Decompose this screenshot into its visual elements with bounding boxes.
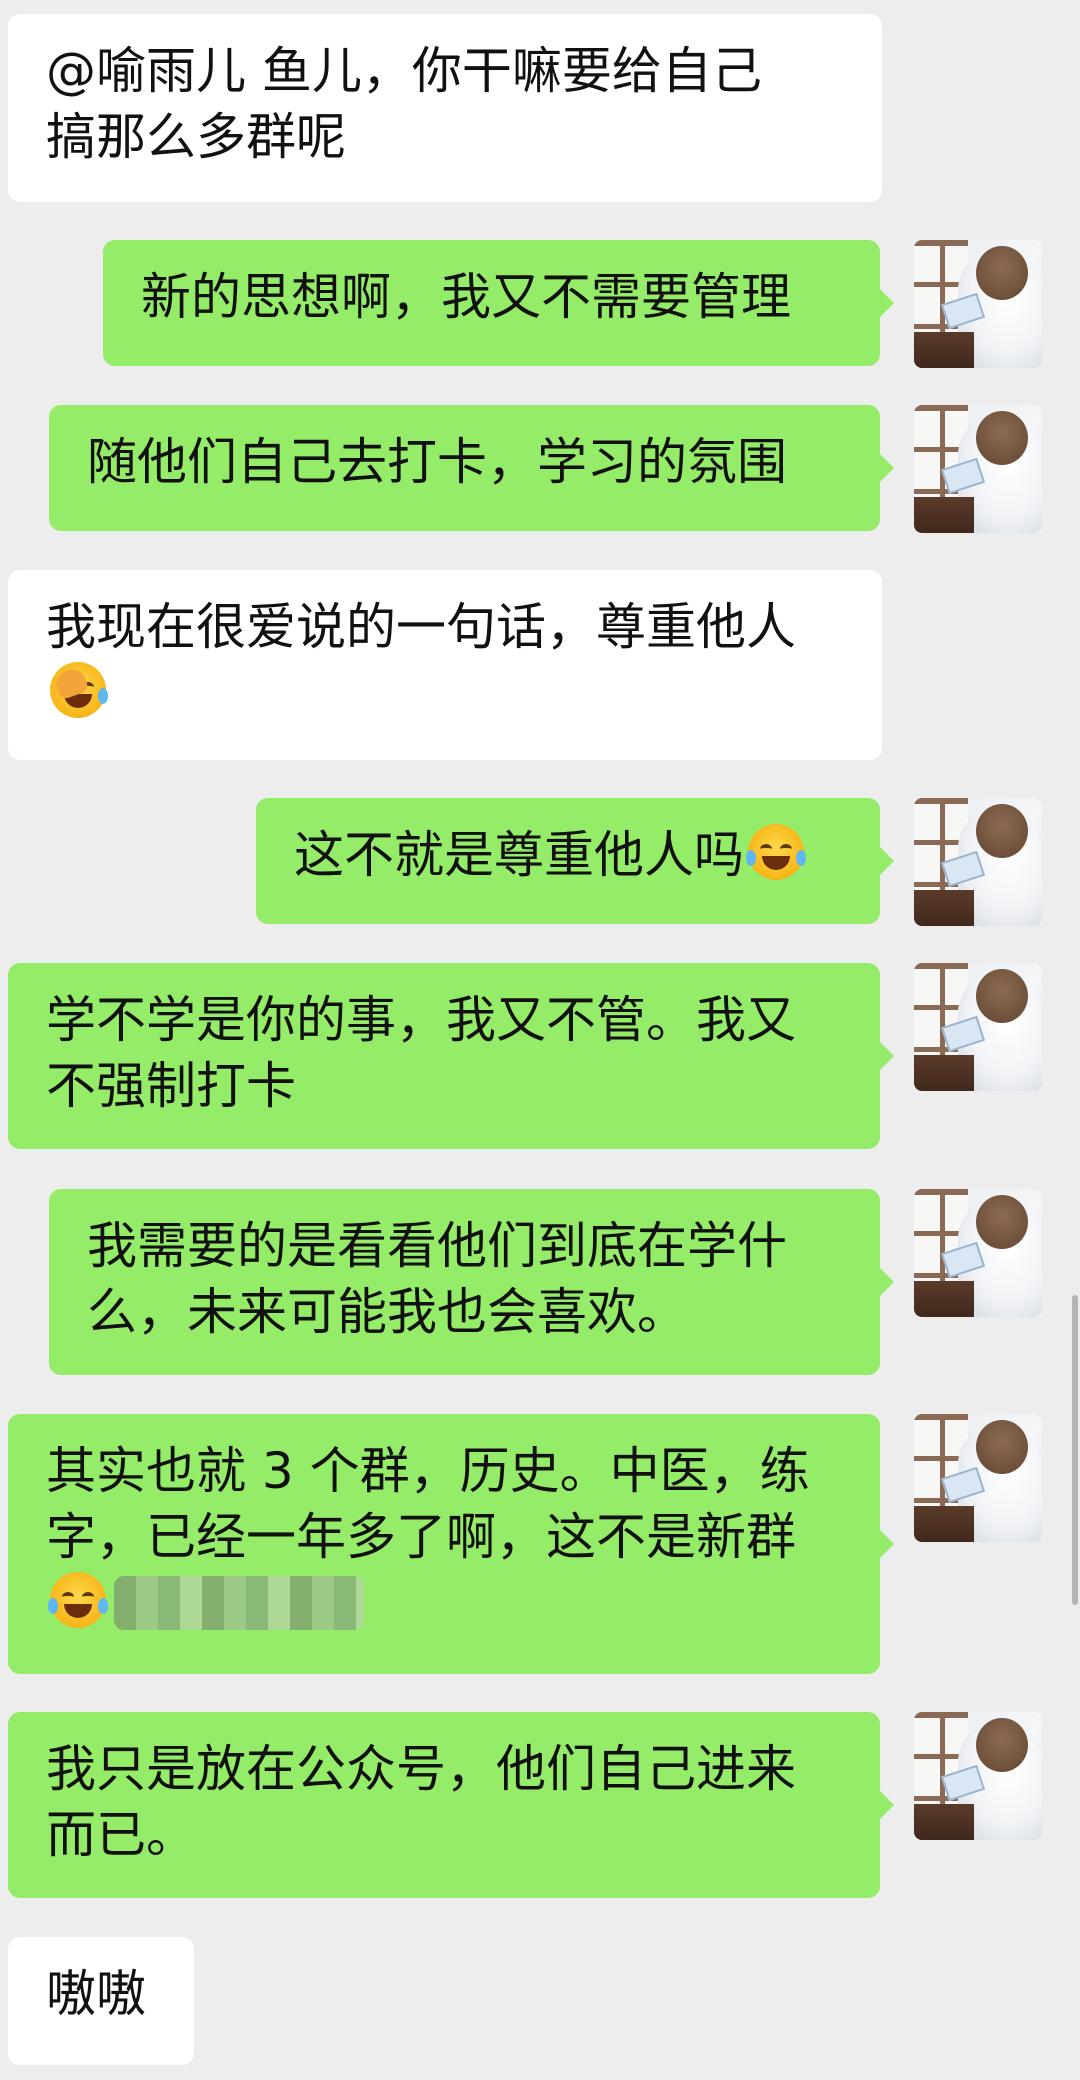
message-bubble-outgoing[interactable]: 随他们自己去打卡，学习的氛围 xyxy=(49,405,894,531)
user-avatar[interactable] xyxy=(914,798,1042,926)
redacted-text xyxy=(114,1576,364,1630)
user-avatar[interactable] xyxy=(914,1414,1042,1542)
message-bubble-outgoing[interactable]: 学不学是你的事，我又不管。我又 不强制打卡 xyxy=(8,963,894,1149)
user-avatar[interactable] xyxy=(914,1189,1042,1317)
message-bubble-outgoing[interactable]: 其实也就 3 个群，历史。中医，练 字，已经一年多了啊，这不是新群 xyxy=(8,1414,894,1674)
message-text: 而已。 xyxy=(46,1806,196,1864)
message-text: 其实也就 3 个群，历史。中医，练 xyxy=(46,1442,810,1500)
user-avatar[interactable] xyxy=(914,1712,1042,1840)
user-avatar[interactable] xyxy=(914,963,1042,1091)
message-bubble-incoming[interactable]: 我现在很爱说的一句话，尊重他人 xyxy=(8,570,882,760)
message-text: 新的思想啊，我又不需要管理 xyxy=(141,268,791,326)
message-text: 随他们自己去打卡，学习的氛围 xyxy=(87,433,787,491)
scrollbar[interactable] xyxy=(1072,1295,1078,1605)
message-text: 搞那么多群呢 xyxy=(46,108,346,166)
chat-view[interactable]: @喻雨儿 鱼儿，你干嘛要给自己 搞那么多群呢 新的思想啊，我又不需要管理 随他们… xyxy=(0,0,1080,2080)
user-avatar[interactable] xyxy=(914,405,1042,533)
message-bubble-outgoing[interactable]: 我需要的是看看他们到底在学什 么，未来可能我也会喜欢。 xyxy=(49,1189,894,1375)
message-text: 我需要的是看看他们到底在学什 xyxy=(87,1217,787,1275)
message-text: 我现在很爱说的一句话，尊重他人 xyxy=(46,598,796,656)
message-text: 我只是放在公众号，他们自己进来 xyxy=(46,1740,796,1798)
message-text: 么，未来可能我也会喜欢。 xyxy=(87,1283,687,1341)
message-bubble-outgoing[interactable]: 新的思想啊，我又不需要管理 xyxy=(103,240,894,366)
message-bubble-outgoing[interactable]: 这不就是尊重他人吗 xyxy=(256,798,894,924)
message-text: 学不学是你的事，我又不管。我又 xyxy=(46,991,796,1049)
message-bubble-outgoing[interactable]: 我只是放在公众号，他们自己进来 而已。 xyxy=(8,1712,894,1898)
message-text: 这不就是尊重他人吗 xyxy=(294,826,744,884)
message-text: @喻雨儿 鱼儿，你干嘛要给自己 xyxy=(46,42,762,100)
message-text: 不强制打卡 xyxy=(46,1057,296,1115)
message-bubble-incoming[interactable]: 嗷嗷 xyxy=(8,1937,194,2065)
message-text: 字，已经一年多了啊，这不是新群 xyxy=(46,1508,796,1566)
tears-of-joy-emoji-icon xyxy=(746,824,806,880)
tears-of-joy-emoji-icon xyxy=(48,1572,108,1628)
message-text: 嗷嗷 xyxy=(46,1965,146,2023)
facepalm-emoji-icon xyxy=(50,662,108,718)
message-bubble-incoming[interactable]: @喻雨儿 鱼儿，你干嘛要给自己 搞那么多群呢 xyxy=(8,14,882,202)
user-avatar[interactable] xyxy=(914,240,1042,368)
